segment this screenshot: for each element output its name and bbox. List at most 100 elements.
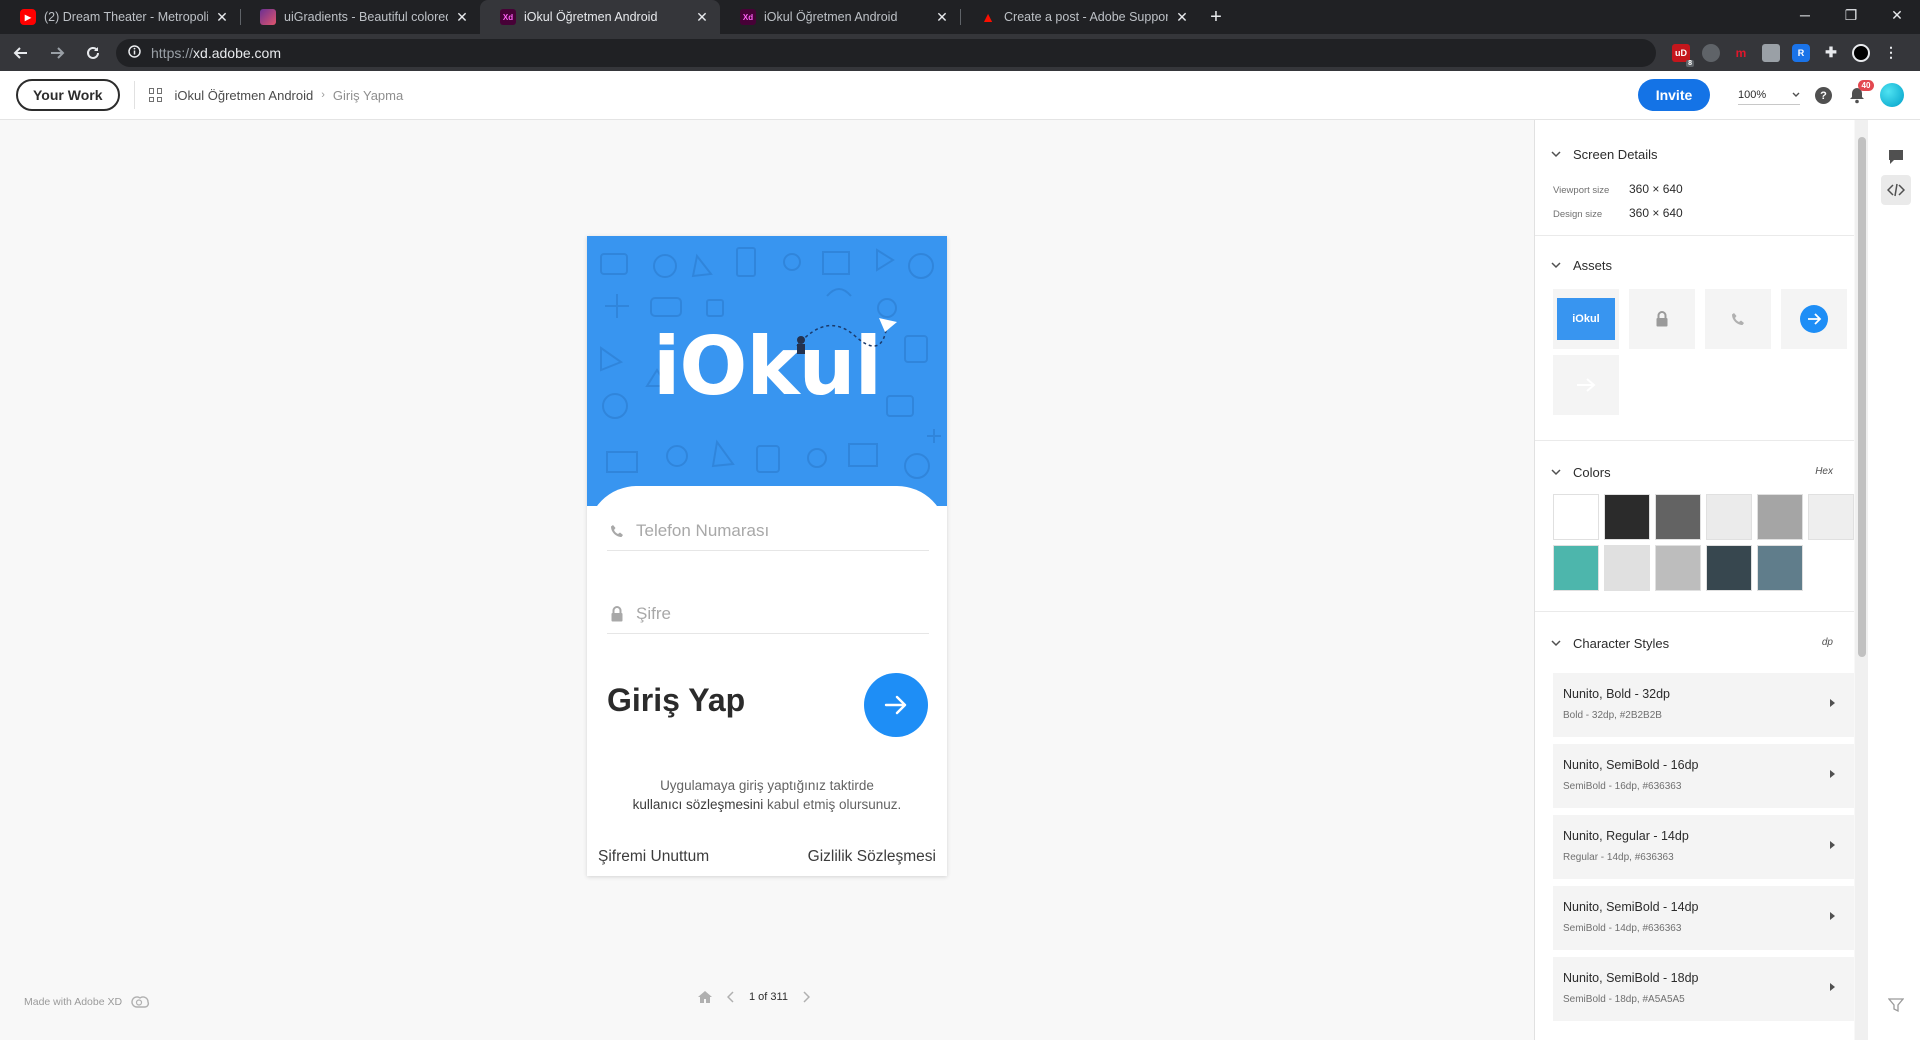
- help-icon[interactable]: ?: [1815, 87, 1832, 104]
- your-work-button[interactable]: Your Work: [16, 79, 120, 111]
- browser-tab[interactable]: Xd iOkul Öğretmen Android ✕: [720, 0, 960, 34]
- zoom-dropdown[interactable]: 100%: [1738, 85, 1800, 105]
- arrow-right-icon: [884, 695, 907, 715]
- comments-icon[interactable]: [1881, 142, 1911, 172]
- character-style-desc: SemiBold - 18dp, #A5A5A5: [1563, 994, 1685, 1005]
- phone-placeholder: Telefon Numarası: [636, 520, 770, 540]
- design-size-value: 360 × 640: [1629, 206, 1683, 220]
- asset-logo-thumbnail: iOkul: [1557, 298, 1615, 340]
- lock-icon: [610, 605, 628, 622]
- character-style-desc: Bold - 32dp, #2B2B2B: [1563, 710, 1662, 721]
- forgot-password-link[interactable]: Şifremi Unuttum: [598, 848, 709, 866]
- asset-phone[interactable]: [1705, 289, 1771, 349]
- asset-arrow[interactable]: [1553, 355, 1619, 415]
- chevron-down-icon: [1551, 150, 1561, 158]
- extension-shield-icon[interactable]: R: [1792, 43, 1810, 62]
- filter-icon[interactable]: [1881, 990, 1911, 1020]
- forward-icon[interactable]: [42, 38, 72, 68]
- back-icon[interactable]: [6, 38, 36, 68]
- chevron-down-icon: [1792, 92, 1800, 97]
- browser-menu-icon[interactable]: ⋮: [1882, 44, 1900, 62]
- color-swatch[interactable]: [1757, 545, 1803, 591]
- assets-header[interactable]: Assets: [1551, 257, 1612, 273]
- color-swatch[interactable]: [1604, 494, 1650, 540]
- unit-toggle[interactable]: dp: [1822, 637, 1833, 648]
- close-tab-icon[interactable]: ✕: [934, 9, 950, 26]
- color-swatch[interactable]: [1706, 494, 1752, 540]
- character-style-item[interactable]: Nunito, SemiBold - 16dp SemiBold - 16dp,…: [1553, 744, 1854, 808]
- tab-title: iOkul Öğretmen Android: [524, 10, 658, 24]
- asset-arrow-button[interactable]: [1781, 289, 1847, 349]
- site-info-icon[interactable]: [128, 44, 141, 61]
- browser-tab-active[interactable]: Xd iOkul Öğretmen Android ✕: [480, 0, 720, 34]
- login-submit-button[interactable]: [864, 673, 928, 737]
- password-field[interactable]: Şifre: [607, 594, 929, 634]
- colors-header[interactable]: Colors: [1551, 464, 1611, 480]
- color-swatch[interactable]: [1808, 494, 1854, 540]
- character-style-item[interactable]: Nunito, Bold - 32dp Bold - 32dp, #2B2B2B: [1553, 673, 1854, 737]
- reload-icon[interactable]: [78, 38, 108, 68]
- color-swatch[interactable]: [1706, 545, 1752, 591]
- screen-details-header[interactable]: Screen Details: [1551, 146, 1658, 162]
- ublock-extension-icon[interactable]: uD 8: [1672, 43, 1694, 67]
- close-tab-icon[interactable]: ✕: [694, 9, 710, 26]
- artboard-giris-yapma: iOkul Telefon Numarası Şifre Giriş Yap U…: [587, 236, 947, 876]
- browser-tab[interactable]: ▲ Create a post - Adobe Support C ✕: [960, 0, 1200, 34]
- tab-title: (2) Dream Theater - Metropolis P: [44, 10, 208, 24]
- expand-arrow-icon: [1830, 770, 1835, 778]
- extension-badge: 8: [1686, 59, 1694, 67]
- asset-logo[interactable]: iOkul: [1553, 289, 1619, 349]
- extension-image-icon[interactable]: [1762, 43, 1780, 62]
- character-style-item[interactable]: Nunito, Regular - 14dp Regular - 14dp, #…: [1553, 815, 1854, 879]
- close-tab-icon[interactable]: ✕: [454, 9, 470, 26]
- made-with-xd[interactable]: Made with Adobe XD: [24, 994, 150, 1010]
- new-tab-button[interactable]: +: [1200, 0, 1232, 34]
- character-style-item[interactable]: Nunito, SemiBold - 14dp SemiBold - 14dp,…: [1553, 886, 1854, 950]
- profile-avatar-icon[interactable]: [1852, 43, 1870, 62]
- browser-tab[interactable]: uiGradients - Beautiful colored g ✕: [240, 0, 480, 34]
- extensions-puzzle-icon[interactable]: ✚: [1822, 44, 1840, 62]
- arrow-right-icon: [1577, 378, 1596, 392]
- code-inspect-icon[interactable]: [1881, 175, 1911, 205]
- design-size-label: Design size: [1553, 209, 1603, 220]
- extension-circle-icon[interactable]: [1702, 43, 1720, 62]
- home-icon[interactable]: [697, 990, 713, 1004]
- breadcrumb-chevron-icon: ›: [321, 89, 325, 101]
- panel-scrollbar-thumb[interactable]: [1858, 137, 1866, 657]
- restore-icon[interactable]: ❐: [1828, 0, 1874, 30]
- color-swatch[interactable]: [1757, 494, 1803, 540]
- viewport-size-label: Viewport size: [1553, 185, 1610, 196]
- close-tab-icon[interactable]: ✕: [1174, 9, 1190, 26]
- browser-tab[interactable]: ▶ (2) Dream Theater - Metropolis P ✕: [0, 0, 240, 34]
- privacy-policy-link[interactable]: Gizlilik Sözleşmesi: [808, 848, 936, 866]
- terms-link[interactable]: kullanıcı sözleşmesini: [633, 797, 764, 812]
- screen-pager: 1 of 311: [697, 990, 810, 1004]
- screen-details-section: Screen Details Viewport size 360 × 640 D…: [1535, 120, 1854, 236]
- address-bar[interactable]: https://xd.adobe.com: [116, 38, 1656, 67]
- previous-screen-icon[interactable]: [727, 991, 735, 1003]
- phone-field[interactable]: Telefon Numarası: [607, 511, 929, 551]
- color-swatch[interactable]: [1655, 545, 1701, 591]
- viewport-size-row: Viewport size 360 × 640: [1553, 182, 1683, 196]
- uigradients-icon: [260, 9, 276, 25]
- asset-lock[interactable]: [1629, 289, 1695, 349]
- next-screen-icon[interactable]: [802, 991, 810, 1003]
- close-window-icon[interactable]: ✕: [1874, 0, 1920, 30]
- color-swatch[interactable]: [1655, 494, 1701, 540]
- character-style-desc: SemiBold - 14dp, #636363: [1563, 923, 1682, 934]
- character-styles-header[interactable]: Character Styles: [1551, 635, 1669, 651]
- color-swatch[interactable]: [1553, 545, 1599, 591]
- character-style-item[interactable]: Nunito, SemiBold - 18dp SemiBold - 18dp,…: [1553, 957, 1854, 1021]
- color-swatch[interactable]: [1553, 494, 1599, 540]
- section-title: Colors: [1573, 464, 1611, 480]
- minimize-icon[interactable]: ─: [1782, 0, 1828, 30]
- close-tab-icon[interactable]: ✕: [214, 9, 230, 26]
- invite-button[interactable]: Invite: [1638, 79, 1710, 111]
- color-format-toggle[interactable]: Hex: [1815, 466, 1833, 477]
- grid-view-icon[interactable]: [148, 88, 163, 102]
- section-title: Character Styles: [1573, 635, 1670, 651]
- extension-m-icon[interactable]: m: [1732, 44, 1750, 62]
- user-avatar[interactable]: [1880, 83, 1904, 107]
- breadcrumb-project[interactable]: iOkul Öğretmen Android: [175, 88, 314, 103]
- color-swatch[interactable]: [1604, 545, 1650, 591]
